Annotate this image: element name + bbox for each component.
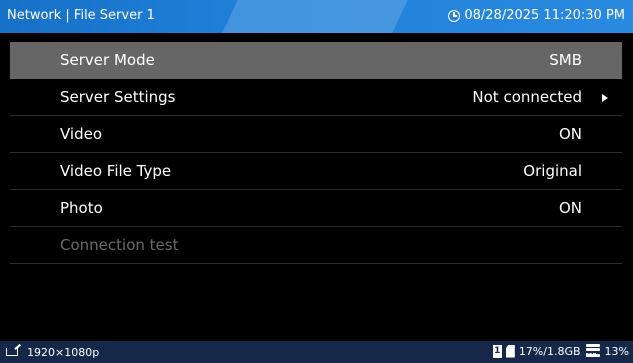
menu-item-video-file-type[interactable]: Video File Type Original xyxy=(10,153,622,190)
clock: 08/28/2025 11:20:30 PM xyxy=(448,8,625,23)
drive-usage-text: 13% xyxy=(604,344,629,358)
header-bar: Network | File Server 1 08/28/2025 11:20… xyxy=(0,0,633,33)
menu-item-server-mode[interactable]: Server Mode SMB xyxy=(10,42,622,79)
menu-item-connection-test: Connection test xyxy=(10,227,622,264)
resolution-status: 1920×1080p xyxy=(5,345,99,359)
ssd-drive-icon: SSD xyxy=(585,344,601,359)
resolution-text: 1920×1080p xyxy=(27,345,100,359)
clock-icon xyxy=(448,9,461,22)
submenu-arrow-icon xyxy=(602,94,608,102)
menu-item-label: Connection test xyxy=(60,236,179,254)
menu-item-label: Video File Type xyxy=(60,162,172,180)
menu-item-value: ON xyxy=(558,199,582,217)
menu-item-value: SMB xyxy=(549,51,582,69)
storage-status: 1 17%/1.8GB SSD 13% xyxy=(492,344,629,359)
drive-label: SSD xyxy=(585,354,600,359)
screen: Network | File Server 1 08/28/2025 11:20… xyxy=(0,0,633,363)
menu-item-video[interactable]: Video ON xyxy=(10,116,622,153)
menu-list: Server Mode SMB Server Settings Not conn… xyxy=(10,42,622,264)
slot-number-badge: 1 xyxy=(492,344,502,358)
menu-item-value: ON xyxy=(558,125,582,143)
menu-item-label: Video xyxy=(60,125,103,143)
menu-item-photo[interactable]: Photo ON xyxy=(10,190,622,227)
memory-card-icon xyxy=(505,344,515,358)
card-usage-text: 17%/1.8GB xyxy=(518,344,581,358)
status-bar: 1920×1080p 1 17%/1.8GB SSD 13% xyxy=(0,341,633,363)
video-input-icon xyxy=(5,345,23,359)
menu-item-label: Server Settings xyxy=(60,88,176,106)
menu-item-label: Photo xyxy=(60,199,103,217)
menu-item-label: Server Mode xyxy=(60,51,155,69)
menu-item-server-settings[interactable]: Server Settings Not connected xyxy=(10,79,622,116)
datetime-text: 08/28/2025 11:20:30 PM xyxy=(464,8,625,23)
menu-item-value: Original xyxy=(523,162,582,180)
menu-item-value: Not connected xyxy=(472,88,582,106)
page-title: Network | File Server 1 xyxy=(7,8,155,23)
